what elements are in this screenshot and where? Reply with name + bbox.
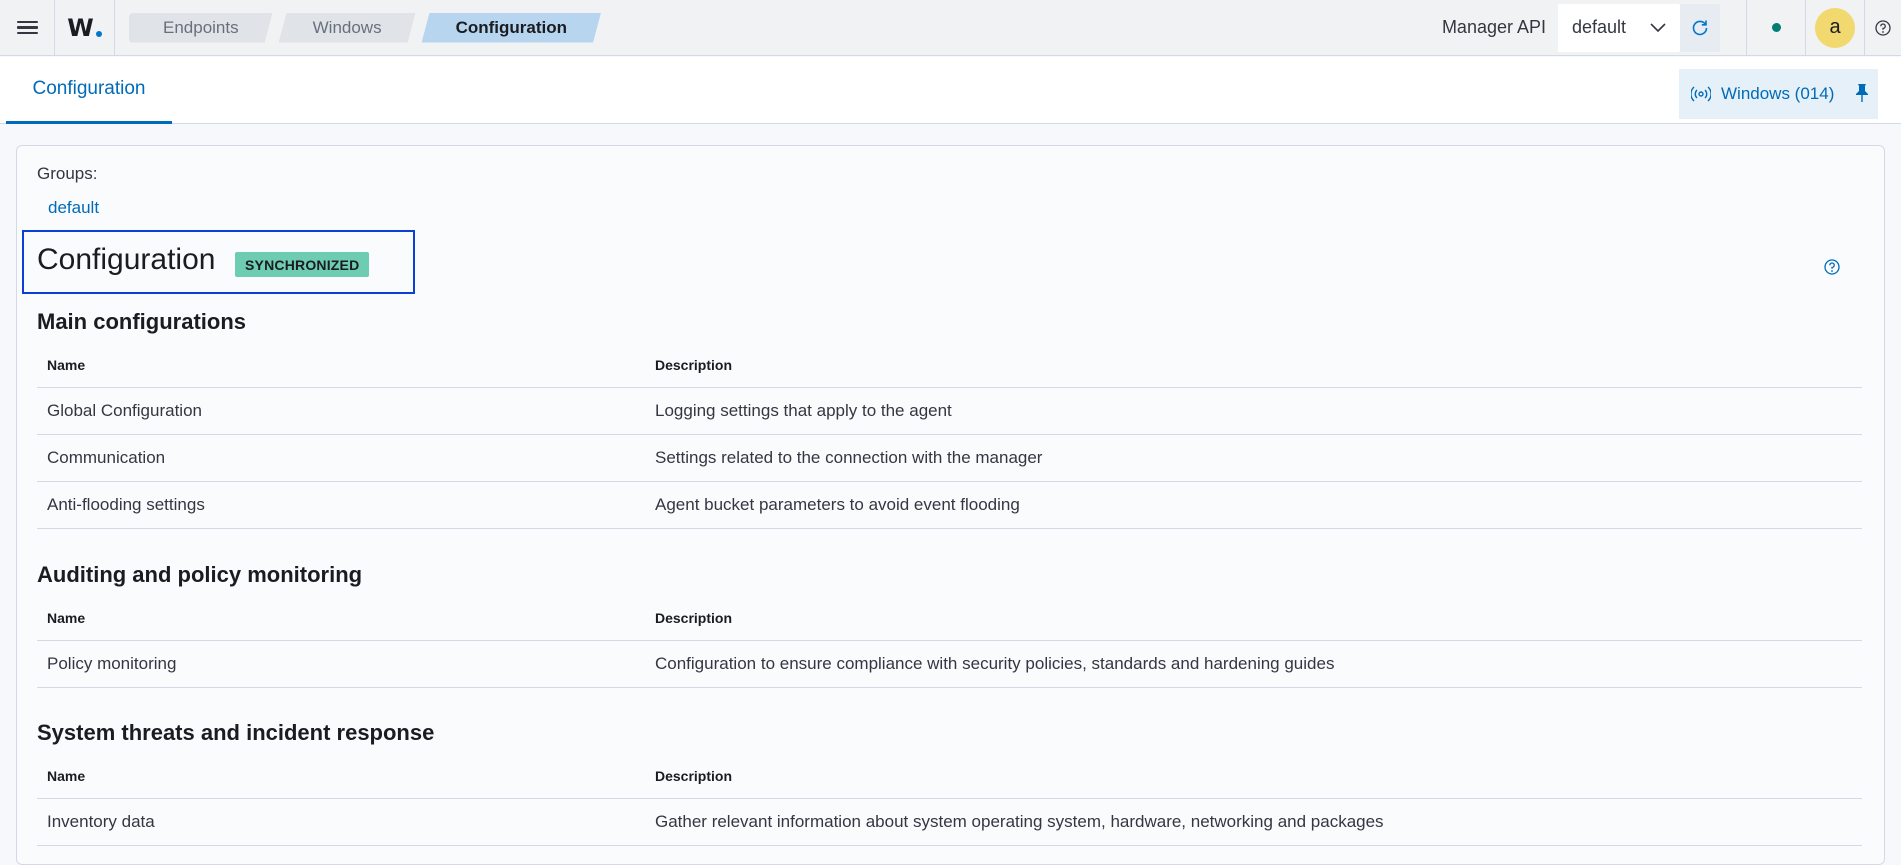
refresh-icon (1692, 20, 1708, 35)
auditing-table: Name Description Policy monitoring Confi… (37, 596, 1862, 688)
row-name: Global Configuration (47, 401, 202, 420)
table-header-row: Name Description (37, 754, 1862, 799)
avatar: a (1815, 7, 1855, 48)
column-header-description: Description (655, 357, 733, 373)
section-header: Configuration Windows (014) (0, 57, 1901, 124)
agent-selector-label: Windows (014) (1721, 84, 1835, 103)
table-row[interactable]: Communication Settings related to the co… (37, 435, 1862, 482)
home-logo[interactable]: W (55, 0, 115, 56)
logo-dot (95, 30, 102, 37)
manager-api-label: Manager API (1441, 17, 1546, 37)
top-navigation-bar: W Endpoints Windows Configuration Manage… (0, 0, 1901, 56)
tab-configuration[interactable]: Configuration (6, 57, 172, 124)
agent-selector-button[interactable]: Windows (014) (1679, 69, 1878, 119)
row-name: Inventory data (47, 812, 155, 831)
chevron-down-icon (1650, 22, 1666, 32)
help-icon (1875, 19, 1891, 36)
column-header-description: Description (655, 768, 733, 784)
column-header-name: Name (47, 610, 86, 626)
row-name: Policy monitoring (47, 654, 177, 673)
row-description: Logging settings that apply to the agent (655, 401, 952, 420)
row-description: Agent bucket parameters to avoid event f… (655, 495, 1020, 514)
main-configurations-table: Name Description Global Configuration Lo… (37, 343, 1862, 529)
section-title-threats: System threats and incident response (37, 720, 435, 745)
table-header-row: Name Description (37, 596, 1862, 641)
page-title: Configuration (37, 243, 216, 276)
section-title-auditing: Auditing and policy monitoring (37, 562, 363, 587)
api-selected-value: default (1572, 17, 1627, 37)
help-button[interactable] (1865, 0, 1901, 56)
column-header-name: Name (47, 357, 86, 373)
help-icon[interactable] (1824, 259, 1840, 275)
row-description: Configuration to ensure compliance with … (655, 654, 1335, 673)
user-menu[interactable]: a (1806, 0, 1864, 56)
api-status-indicator[interactable] (1747, 0, 1805, 56)
menu-button[interactable] (0, 0, 55, 56)
table-row[interactable]: Inventory data Gather relevant informati… (37, 799, 1862, 846)
table-row[interactable]: Anti-flooding settings Agent bucket para… (37, 482, 1862, 529)
groups-label: Groups: (37, 164, 98, 183)
row-description: Settings related to the connection with … (655, 448, 1043, 467)
manager-api-select[interactable]: default (1558, 3, 1680, 52)
wazuh-logo-icon: W (67, 13, 94, 42)
pin-icon[interactable] (1854, 83, 1870, 103)
refresh-button[interactable] (1680, 3, 1720, 52)
hamburger-icon (16, 18, 38, 38)
breadcrumb-windows[interactable]: Windows (279, 13, 416, 43)
threats-table: Name Description Inventory data Gather r… (37, 754, 1862, 846)
configuration-panel: Groups: default Configuration SYNCHRONIZ… (16, 145, 1885, 865)
table-row[interactable]: Global Configuration Logging settings th… (37, 388, 1862, 435)
breadcrumb-configuration: Configuration (422, 13, 601, 43)
group-link-default[interactable]: default (48, 198, 99, 218)
row-name: Communication (47, 448, 166, 467)
row-name: Anti-flooding settings (47, 495, 205, 514)
breadcrumb: Endpoints Windows Configuration (129, 0, 607, 56)
broadcast-icon (1691, 86, 1711, 102)
status-dot-icon (1771, 23, 1781, 32)
row-description: Gather relevant information about system… (655, 812, 1384, 831)
section-title-main: Main configurations (37, 309, 246, 334)
table-header-row: Name Description (37, 343, 1862, 388)
column-header-description: Description (655, 610, 733, 626)
table-row[interactable]: Policy monitoring Configuration to ensur… (37, 641, 1862, 688)
column-header-name: Name (47, 768, 86, 784)
status-badge: SYNCHRONIZED (235, 252, 370, 277)
breadcrumb-endpoints[interactable]: Endpoints (129, 13, 273, 43)
